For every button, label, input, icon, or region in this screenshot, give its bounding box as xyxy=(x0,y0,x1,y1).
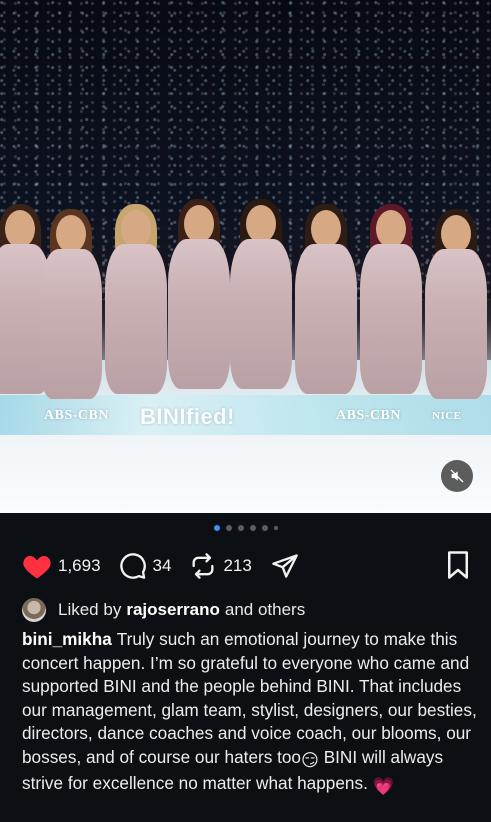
carousel-dot xyxy=(225,525,232,531)
save-button[interactable] xyxy=(445,550,471,585)
mute-button[interactable] xyxy=(441,460,473,492)
post-actions-bar: 1,693 34 213 xyxy=(22,550,471,582)
comment-button[interactable]: 34 xyxy=(119,552,172,580)
performer xyxy=(295,204,357,410)
carousel-dot xyxy=(273,526,278,530)
smirk-emoji-icon: 😏 xyxy=(301,749,319,770)
carousel-indicator xyxy=(0,525,491,531)
repost-count: 213 xyxy=(223,556,252,575)
post-caption: bini_mikha Truly such an emotional journe… xyxy=(22,628,478,799)
comment-icon xyxy=(119,553,146,579)
carousel-dot xyxy=(261,525,268,531)
heart-icon xyxy=(23,556,51,579)
speaker-muted-icon xyxy=(450,469,464,483)
performer xyxy=(105,204,167,410)
like-count: 1,693 xyxy=(58,556,101,575)
performer xyxy=(168,199,230,410)
watermark-binified: BINIfied! xyxy=(140,404,235,429)
liked-by-prefix: Liked by xyxy=(58,600,122,619)
performers-group xyxy=(0,199,491,410)
comment-count: 34 xyxy=(152,556,172,575)
carousel-dot xyxy=(237,525,244,531)
carousel-dot xyxy=(213,525,220,531)
caption-username[interactable]: bini_mikha xyxy=(22,629,112,649)
performer xyxy=(425,209,487,410)
liked-by-row: Liked by rajoserrano and others xyxy=(22,598,305,622)
watermark-nice: NICE xyxy=(432,410,462,422)
share-button[interactable] xyxy=(270,552,306,580)
repost-button[interactable]: 213 xyxy=(189,552,252,580)
performer xyxy=(360,204,422,410)
send-icon xyxy=(272,554,298,578)
carousel-dot xyxy=(249,525,256,531)
performer xyxy=(230,199,292,410)
repost-icon xyxy=(192,553,214,579)
watermark-abscbn-music: ABS-CBN xyxy=(336,408,401,423)
liked-by-suffix: and others xyxy=(224,600,306,619)
performer xyxy=(40,209,102,410)
post-media[interactable]: ABS-CBN BINIfied! ABS-CBN NICE xyxy=(0,0,491,513)
liked-by-user[interactable]: rajoserrano xyxy=(126,600,220,620)
bookmark-icon xyxy=(448,551,468,579)
avatar[interactable] xyxy=(22,598,46,622)
like-button[interactable]: 1,693 xyxy=(22,552,101,580)
heart-emoji-icon: 💗 xyxy=(372,776,395,796)
watermark-abscbn: ABS-CBN xyxy=(44,408,109,423)
